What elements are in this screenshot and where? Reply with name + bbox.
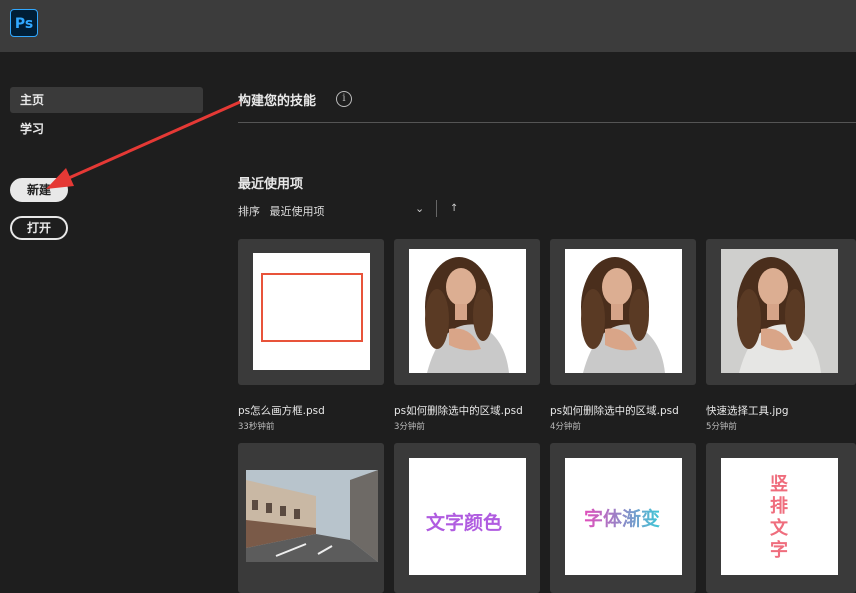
file-thumbnail: 文字颜色 xyxy=(409,458,526,575)
skills-title: 构建您的技能 xyxy=(238,94,317,109)
file-card[interactable] xyxy=(238,239,384,385)
open-button[interactable]: 打开 xyxy=(10,216,68,240)
title-bar: Ps xyxy=(0,0,856,52)
portrait-image xyxy=(581,257,665,373)
file-name[interactable]: ps如何删除选中的区域.psd xyxy=(550,403,679,418)
info-icon[interactable]: i xyxy=(336,91,352,107)
file-card[interactable] xyxy=(550,239,696,385)
file-thumbnail xyxy=(565,249,682,373)
sidebar-item-learn[interactable]: 学习 xyxy=(10,116,203,142)
rectangle-shape xyxy=(261,273,363,342)
chevron-down-icon[interactable]: ⌄ xyxy=(415,202,424,215)
file-card[interactable]: 字体渐变 xyxy=(550,443,696,593)
thumbnail-text: 文字颜色 xyxy=(426,512,503,534)
file-time: 3分钟前 xyxy=(394,422,425,432)
sort-control[interactable]: 排序 最近使用项 xyxy=(238,203,325,219)
file-name[interactable]: 快速选择工具.jpg xyxy=(706,403,789,418)
file-card[interactable] xyxy=(706,239,856,385)
street-image xyxy=(246,470,378,562)
portrait-image xyxy=(425,257,509,373)
file-thumbnail xyxy=(246,470,378,562)
sidebar: 主页 学习 新建 打开 xyxy=(0,52,215,593)
new-button[interactable]: 新建 xyxy=(10,178,68,202)
file-card[interactable]: 竖排文字 xyxy=(706,443,856,593)
file-thumbnail xyxy=(721,249,838,373)
file-time: 4分钟前 xyxy=(550,422,581,432)
sidebar-item-home[interactable]: 主页 xyxy=(10,87,203,113)
portrait-image xyxy=(737,257,821,373)
recent-title: 最近使用项 xyxy=(238,177,304,192)
file-thumbnail: 字体渐变 xyxy=(565,458,682,575)
separator xyxy=(436,200,437,217)
file-name[interactable]: ps如何删除选中的区域.psd xyxy=(394,403,523,418)
sort-value[interactable]: 最近使用项 xyxy=(270,205,325,218)
file-card[interactable]: 文字颜色 xyxy=(394,443,540,593)
file-thumbnail: 竖排文字 xyxy=(721,458,838,575)
file-card[interactable] xyxy=(238,443,384,593)
file-time: 5分钟前 xyxy=(706,422,737,432)
thumbnail-text: 字体渐变 xyxy=(584,504,660,531)
sort-label: 排序 xyxy=(238,205,260,218)
file-time: 33秒钟前 xyxy=(238,422,275,432)
file-thumbnail xyxy=(409,249,526,373)
file-card[interactable] xyxy=(394,239,540,385)
divider xyxy=(238,122,856,123)
file-name[interactable]: ps怎么画方框.psd xyxy=(238,403,325,418)
sort-direction-icon[interactable]: ↑ xyxy=(450,203,458,214)
photoshop-logo: Ps xyxy=(10,9,38,37)
file-thumbnail xyxy=(253,253,370,370)
thumbnail-text: 竖排文字 xyxy=(770,474,788,561)
